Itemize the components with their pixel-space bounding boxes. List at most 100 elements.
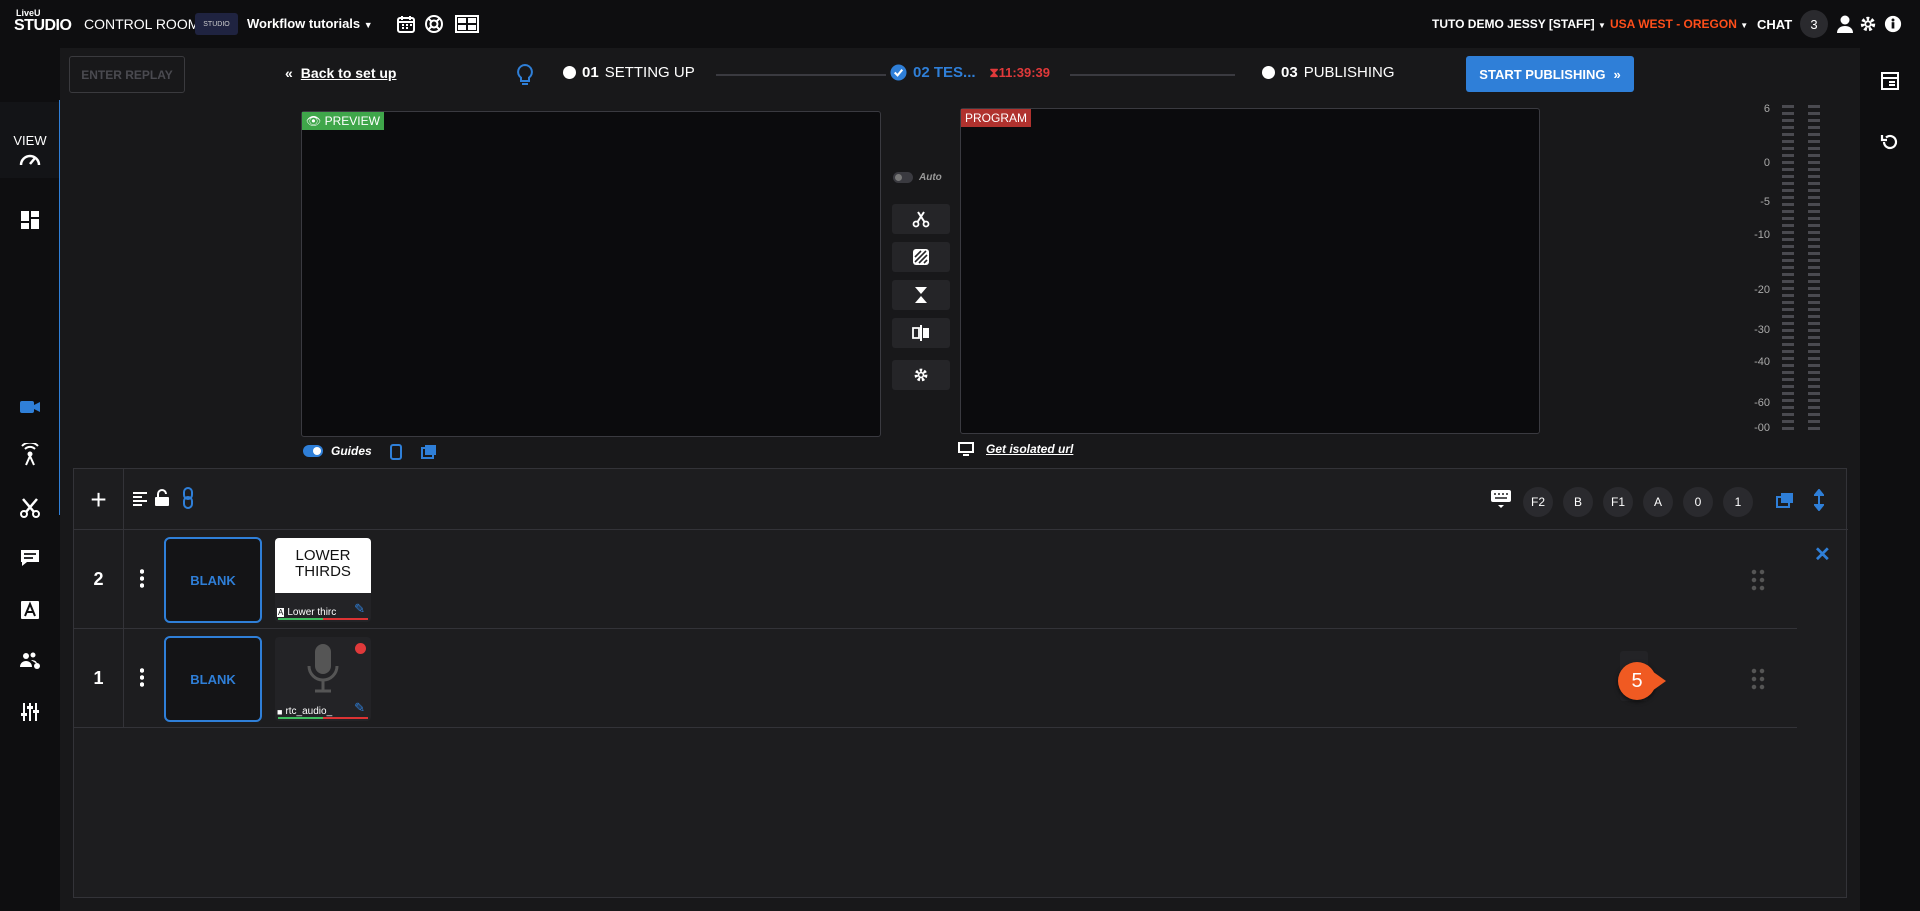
preview-tag-label: PREVIEW xyxy=(324,114,380,128)
chevron-down-icon: ▼ xyxy=(363,20,373,30)
meter-label: -60 xyxy=(1754,397,1770,409)
link-icon[interactable] xyxy=(182,487,194,509)
user-icon[interactable] xyxy=(1836,14,1854,34)
close-icon[interactable]: ✕ xyxy=(1814,542,1831,567)
workflow-selector[interactable]: Workflow tutorials ▼ xyxy=(247,16,373,31)
users-settings-icon[interactable] xyxy=(18,648,42,672)
step2-label: 02 TES... xyxy=(913,64,976,81)
region-selector[interactable]: USA WEST - OREGON ▼ xyxy=(1610,17,1748,31)
get-isolated-url-link[interactable]: Get isolated url xyxy=(986,442,1073,456)
start-publishing-button[interactable]: START PUBLISHING » xyxy=(1466,56,1634,92)
keyboard-shortcuts-icon[interactable] xyxy=(1490,489,1512,509)
shortcut-f2[interactable]: F2 xyxy=(1523,487,1553,517)
calendar-icon[interactable] xyxy=(396,14,416,34)
blank-source-card[interactable]: BLANK xyxy=(164,537,262,623)
program-monitor[interactable]: PROGRAM xyxy=(960,108,1540,434)
user-menu[interactable]: TUTO DEMO JESSY [STAFF] ▼ xyxy=(1432,17,1606,31)
rundown-row: 1 BLANK ■rtc_audio_ ✎ + xyxy=(74,629,1797,728)
auto-toggle[interactable]: Auto xyxy=(893,172,942,183)
shortcut-1[interactable]: 1 xyxy=(1723,487,1753,517)
align-left-icon[interactable] xyxy=(132,491,148,507)
step1-label: SETTING UP xyxy=(604,64,695,81)
thumbnail-title-1: LOWER xyxy=(295,547,351,564)
broadcast-icon[interactable] xyxy=(18,443,42,467)
shortcut-b[interactable]: B xyxy=(1563,487,1593,517)
step-setting-up[interactable]: 01 SETTING UP xyxy=(563,64,695,81)
gear-icon[interactable] xyxy=(1859,14,1877,34)
rundown-row: 2 BLANK LOWER THIRDS A Lower thirc ✎ xyxy=(74,530,1797,629)
copy-layers-icon[interactable] xyxy=(421,444,437,460)
camera-icon[interactable] xyxy=(18,395,42,419)
unlock-icon[interactable] xyxy=(154,489,170,507)
step2-timer: ⧗11:39:39 xyxy=(990,65,1050,81)
swap-icon xyxy=(912,325,929,341)
kebab-menu-icon[interactable] xyxy=(140,568,144,590)
step-dot xyxy=(1262,66,1275,79)
pencil-icon[interactable]: ✎ xyxy=(354,601,365,617)
callout-pointer xyxy=(1652,671,1666,691)
guides-label: Guides xyxy=(331,444,372,458)
shortcut-a[interactable]: A xyxy=(1643,487,1673,517)
add-layer-button[interactable]: + xyxy=(74,469,124,530)
liveu-studio-logo[interactable]: LiveU STUDIO xyxy=(14,9,74,39)
lower-thirds-card[interactable]: LOWER THIRDS A Lower thirc ✎ xyxy=(275,538,371,622)
blank-source-card[interactable]: BLANK xyxy=(164,636,262,722)
layout-icon[interactable] xyxy=(18,208,42,232)
audio-level-bar xyxy=(278,717,368,719)
squeeze-transition-button[interactable] xyxy=(892,280,950,310)
left-rail: VIEW xyxy=(0,48,60,911)
preview-monitor[interactable]: 👁 PREVIEW xyxy=(301,111,881,437)
microphone-icon xyxy=(307,644,339,693)
pencil-icon[interactable]: ✎ xyxy=(354,700,365,716)
drag-handle-icon[interactable] xyxy=(1750,568,1766,592)
lifebuoy-icon[interactable] xyxy=(424,14,444,34)
auto-switch[interactable] xyxy=(893,172,913,183)
info-icon[interactable] xyxy=(1884,14,1902,34)
swap-transition-button[interactable] xyxy=(892,318,950,348)
guides-toggle[interactable]: Guides xyxy=(303,444,372,458)
chat-button[interactable]: CHAT xyxy=(1757,17,1792,32)
shortcut-f1[interactable]: F1 xyxy=(1603,487,1633,517)
copy-layers-icon[interactable] xyxy=(1776,492,1794,508)
step-testing[interactable]: 02 TES... ⧗11:39:39 xyxy=(890,64,1050,81)
enter-replay-button[interactable]: ENTER REPLAY xyxy=(69,56,185,93)
meter-label: -20 xyxy=(1754,284,1770,296)
guides-switch[interactable] xyxy=(303,445,323,457)
workflow-name: Workflow tutorials xyxy=(247,16,361,31)
meter-label: -40 xyxy=(1754,356,1770,368)
live-indicator xyxy=(355,643,366,654)
workflow-thumbnail: STUDIO xyxy=(195,13,238,35)
double-chevron-left-icon: « xyxy=(285,65,293,81)
lower-thirds-thumbnail: LOWER THIRDS xyxy=(275,538,371,593)
mixer-sliders-icon[interactable] xyxy=(18,700,42,724)
text-overlay-icon[interactable] xyxy=(18,598,42,622)
undo-history-icon[interactable] xyxy=(1880,132,1900,152)
source-name: Lower thirc xyxy=(287,607,337,618)
audio-meter-right xyxy=(1808,105,1820,432)
audio-meter-left xyxy=(1782,105,1794,432)
mobile-icon[interactable] xyxy=(390,444,402,460)
dashboard-gauge-icon[interactable] xyxy=(18,148,42,172)
wipe-transition-button[interactable] xyxy=(892,242,950,272)
lightbulb-icon[interactable] xyxy=(515,63,535,87)
shortcut-0[interactable]: 0 xyxy=(1683,487,1713,517)
chevron-down-icon: ▼ xyxy=(1598,21,1606,30)
rundown-list-icon[interactable] xyxy=(1880,71,1900,91)
step-publishing[interactable]: 03 PUBLISHING xyxy=(1262,64,1395,81)
transition-settings-button[interactable] xyxy=(892,360,950,390)
control-rooms-link[interactable]: CONTROL ROOMS xyxy=(84,16,209,32)
kebab-menu-icon[interactable] xyxy=(140,667,144,689)
caption-icon[interactable] xyxy=(18,546,42,570)
preview-tag: 👁 PREVIEW xyxy=(302,112,384,130)
scissors-icon[interactable] xyxy=(18,496,42,520)
step1-number: 01 xyxy=(582,64,599,81)
resize-vertical-icon[interactable] xyxy=(1814,489,1824,511)
multiview-icon[interactable] xyxy=(455,14,479,34)
step-connector xyxy=(716,74,886,76)
cut-transition-button[interactable] xyxy=(892,204,950,234)
eye-icon: 👁 xyxy=(306,114,325,128)
drag-handle-icon[interactable] xyxy=(1750,667,1766,691)
audio-source-card[interactable]: ■ rtc_audio_ ✎ xyxy=(275,637,371,721)
hourglass-transition-icon xyxy=(915,287,927,303)
back-to-setup-link[interactable]: « Back to set up xyxy=(285,65,397,81)
